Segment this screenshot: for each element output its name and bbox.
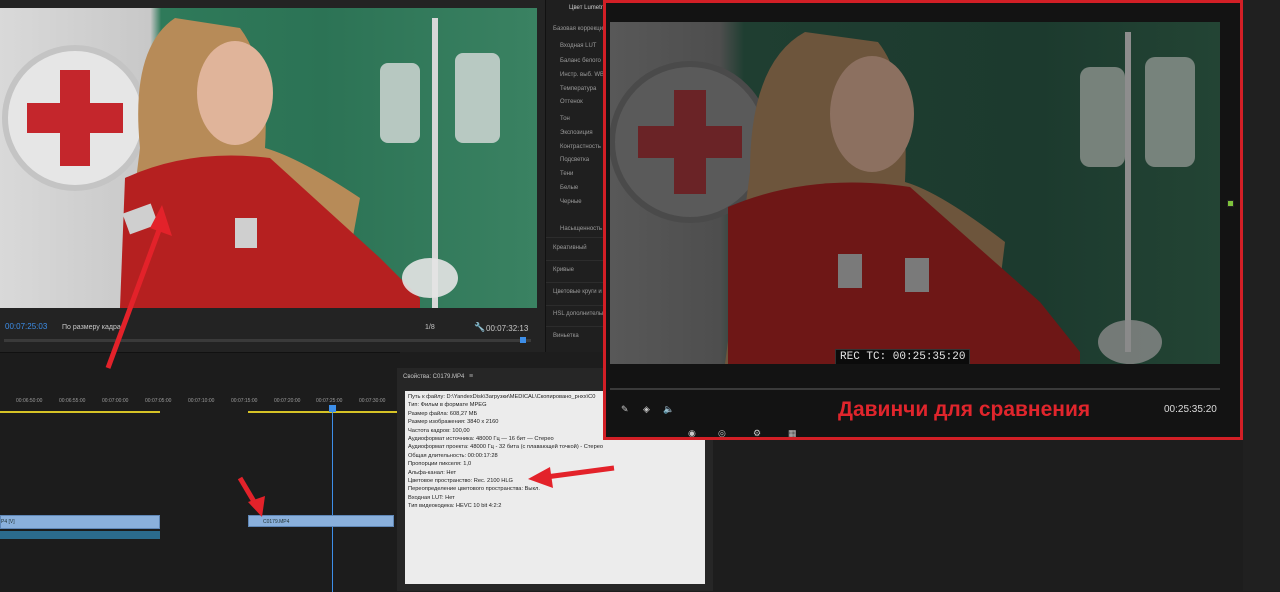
arrow-to-clip: [237, 476, 265, 517]
annotation-arrows: [105, 205, 615, 517]
arrow-to-colorspace: [528, 465, 615, 488]
arrow-to-program-frame: [105, 205, 172, 369]
